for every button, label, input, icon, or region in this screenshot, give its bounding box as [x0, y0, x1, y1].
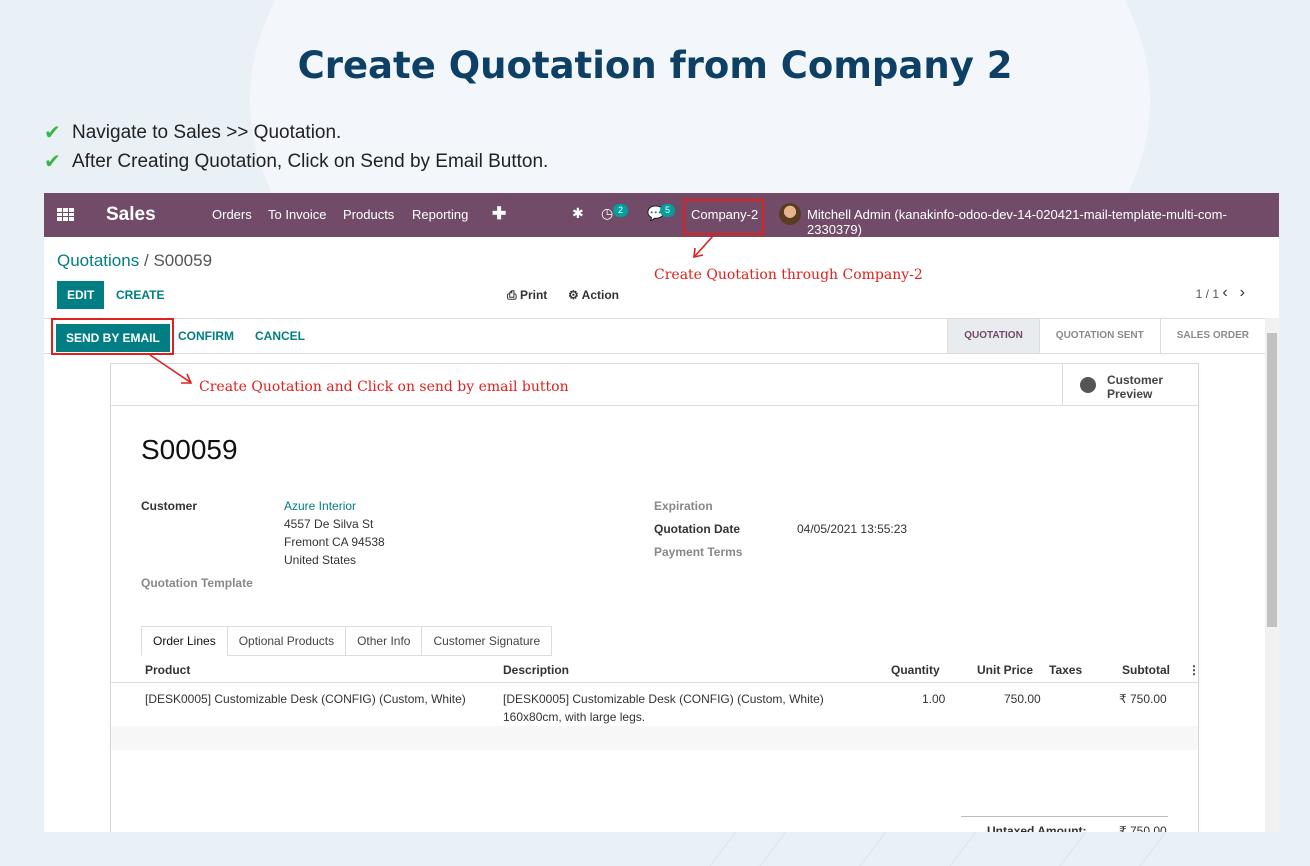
- send-email-highlight-box: [51, 318, 174, 355]
- expiration-label: Expiration: [654, 499, 713, 513]
- order-lines-header: Product Description Quantity Unit Price …: [111, 656, 1200, 683]
- edit-button[interactable]: EDIT: [57, 281, 105, 309]
- print-button[interactable]: ⎙ Print: [507, 288, 547, 303]
- table-row[interactable]: [DESK0005] Customizable Desk (CONFIG) (C…: [111, 682, 1198, 726]
- customer-name[interactable]: Azure Interior: [284, 499, 356, 513]
- pager-value[interactable]: 1 / 1: [1196, 287, 1219, 301]
- checkmark-icon: ✔: [44, 122, 61, 144]
- plus-icon[interactable]: ✚: [492, 204, 506, 224]
- menu-reporting[interactable]: Reporting: [412, 207, 468, 222]
- message-badge: 5: [660, 204, 676, 217]
- pager-nav: ‹›: [1222, 284, 1257, 302]
- breadcrumb-current: S00059: [153, 251, 213, 270]
- tab-customer-signature[interactable]: Customer Signature: [421, 626, 553, 656]
- stage-sales-order[interactable]: SALES ORDER: [1159, 319, 1265, 353]
- tab-optional-products[interactable]: Optional Products: [226, 626, 347, 656]
- column-options-icon[interactable]: ⋮: [1188, 663, 1200, 677]
- top-navbar: Sales Orders To Invoice Products Reporti…: [44, 193, 1279, 237]
- quotation-template-label: Quotation Template: [141, 576, 253, 590]
- checkmark-icon: ✔: [44, 151, 61, 173]
- notebook-tabs: Order Lines Optional Products Other Info…: [141, 626, 553, 656]
- step-text: After Creating Quotation, Click on Send …: [72, 150, 549, 172]
- activity-badge: 2: [613, 204, 629, 217]
- preview-label: Customer Preview: [1107, 373, 1164, 401]
- breadcrumb: Quotations / S00059: [57, 251, 212, 271]
- tab-other-info[interactable]: Other Info: [345, 626, 423, 656]
- breadcrumb-separator: /: [143, 251, 149, 270]
- form-sheet: Customer Preview S00059 Customer Azure In…: [110, 363, 1200, 832]
- column-taxes[interactable]: Taxes: [1049, 663, 1082, 677]
- odoo-window: Sales Orders To Invoice Products Reporti…: [44, 193, 1279, 832]
- cell-quantity: 1.00: [922, 692, 946, 706]
- totals-divider: [961, 816, 1168, 817]
- column-subtotal[interactable]: Subtotal: [1122, 663, 1170, 677]
- apps-grid-icon[interactable]: [57, 208, 74, 221]
- tab-order-lines[interactable]: Order Lines: [141, 626, 228, 656]
- address-line: 4557 De Silva St: [284, 517, 374, 531]
- print-label: Print: [519, 288, 548, 302]
- user-avatar[interactable]: [779, 203, 801, 225]
- address-line: Fremont CA 94538: [284, 535, 385, 549]
- step-item: ✔ Navigate to Sales >> Quotation.: [44, 118, 548, 147]
- untaxed-amount-label: Untaxed Amount:: [987, 824, 1087, 832]
- slide-title: Create Quotation from Company 2: [297, 44, 1013, 87]
- confirm-button[interactable]: CONFIRM: [178, 329, 234, 343]
- user-menu[interactable]: Mitchell Admin (kanakinfo-odoo-dev-14-02…: [807, 207, 1279, 237]
- send-email-annotation: Create Quotation and Click on send by em…: [199, 379, 569, 395]
- stage-quotation-sent[interactable]: QUOTATION SENT: [1038, 319, 1160, 353]
- cell-product: [DESK0005] Customizable Desk (CONFIG) (C…: [145, 692, 466, 706]
- app-brand[interactable]: Sales: [106, 204, 156, 226]
- breadcrumb-quotations[interactable]: Quotations: [57, 251, 139, 270]
- customer-label: Customer: [141, 499, 198, 513]
- menu-products[interactable]: Products: [343, 207, 394, 222]
- print-icon: ⎙: [507, 288, 517, 302]
- status-bar: SEND BY EMAIL CONFIRM CANCEL QUOTATION Q…: [44, 318, 1279, 354]
- cell-unit-price: 750.00: [1004, 692, 1041, 706]
- order-name: S00059: [141, 434, 238, 465]
- menu-to-invoice[interactable]: To Invoice: [268, 207, 327, 222]
- column-product[interactable]: Product: [145, 663, 190, 677]
- stage-quotation[interactable]: QUOTATION: [947, 319, 1039, 353]
- globe-icon: [1080, 377, 1096, 393]
- scrollbar-thumb[interactable]: [1267, 333, 1277, 627]
- payment-terms-label: Payment Terms: [654, 545, 743, 559]
- chevron-right-icon[interactable]: ›: [1240, 284, 1257, 301]
- steps-list: ✔ Navigate to Sales >> Quotation. ✔ Afte…: [44, 118, 548, 176]
- empty-row: [111, 750, 1198, 774]
- cancel-button[interactable]: CANCEL: [255, 329, 305, 343]
- chevron-left-icon[interactable]: ‹: [1222, 284, 1239, 301]
- quotation-date-value[interactable]: 04/05/2021 13:55:23: [797, 522, 907, 536]
- empty-row: [111, 726, 1198, 750]
- step-text: Navigate to Sales >> Quotation.: [72, 121, 342, 143]
- clock-icon[interactable]: ◷: [601, 205, 613, 222]
- company-annotation: Create Quotation through Company-2: [654, 267, 923, 283]
- column-quantity[interactable]: Quantity: [891, 663, 940, 677]
- stage-pipeline: QUOTATION QUOTATION SENT SALES ORDER: [947, 319, 1265, 353]
- company-highlight-box: [683, 199, 764, 235]
- create-button[interactable]: CREATE: [116, 288, 164, 302]
- cell-subtotal: ₹ 750.00: [1119, 692, 1167, 706]
- bug-icon[interactable]: ✱: [572, 205, 584, 222]
- customer-preview-button[interactable]: Customer Preview: [1062, 364, 1198, 405]
- untaxed-amount-value: ₹ 750.00: [1119, 824, 1167, 832]
- address-line: United States: [284, 553, 357, 567]
- column-description[interactable]: Description: [503, 663, 569, 677]
- step-item: ✔ After Creating Quotation, Click on Sen…: [44, 147, 548, 176]
- gear-icon: ⚙: [568, 288, 579, 302]
- quotation-date-label: Quotation Date: [654, 522, 740, 536]
- action-button[interactable]: ⚙ Action: [568, 288, 619, 302]
- column-unit-price[interactable]: Unit Price: [977, 663, 1033, 677]
- action-label: Action: [581, 288, 619, 302]
- menu-orders[interactable]: Orders: [212, 207, 252, 222]
- cell-description: [DESK0005] Customizable Desk (CONFIG) (C…: [503, 692, 824, 724]
